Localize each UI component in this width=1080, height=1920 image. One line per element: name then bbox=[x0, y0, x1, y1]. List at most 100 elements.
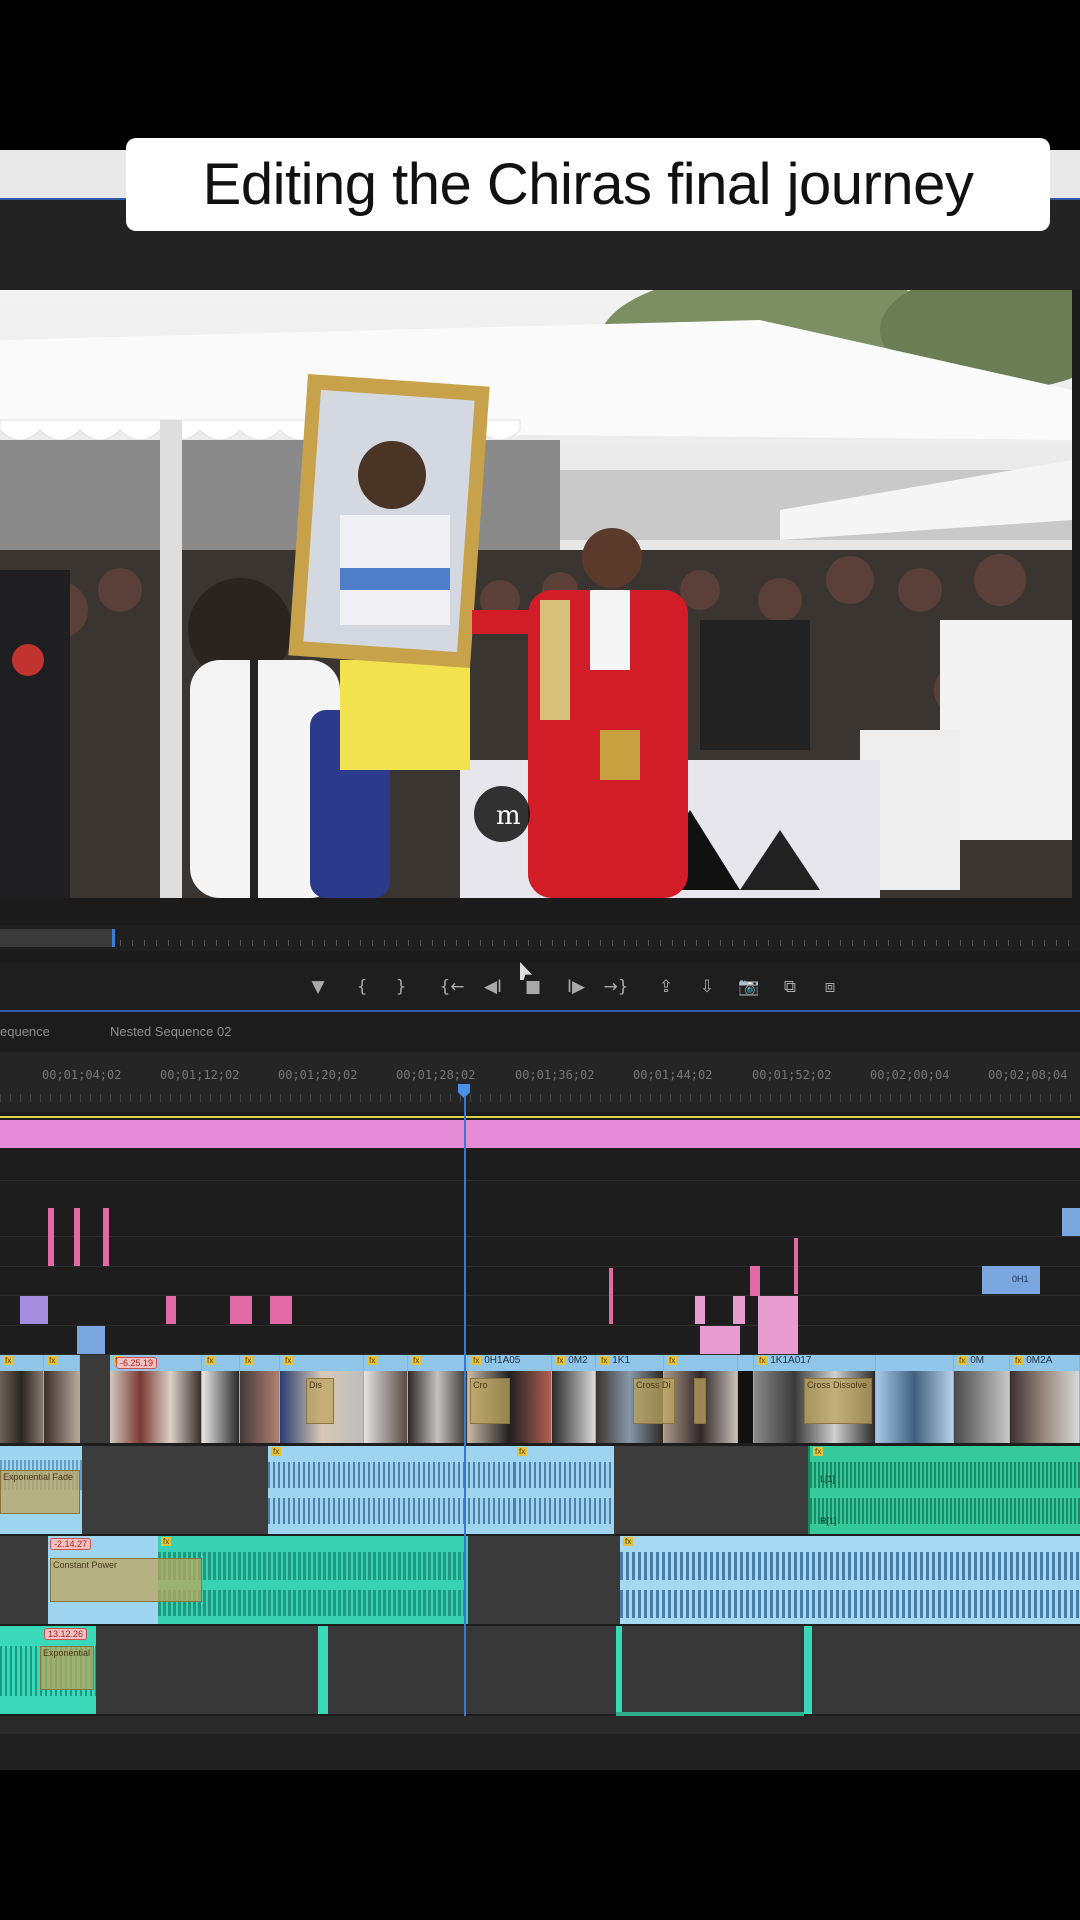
timecode-label: 00;01;44;02 bbox=[633, 1068, 713, 1082]
timeline-scrollbar[interactable] bbox=[0, 1716, 1080, 1734]
transition-effect[interactable] bbox=[694, 1378, 706, 1424]
speed-tag: -6.25.19 bbox=[116, 1357, 158, 1369]
button-editor-button[interactable]: ⧈ bbox=[815, 972, 845, 1002]
timeline-clip[interactable] bbox=[20, 1296, 48, 1324]
timeline-clip[interactable] bbox=[166, 1296, 176, 1324]
track-divider bbox=[0, 1236, 1080, 1237]
go-to-out-button[interactable]: →} bbox=[601, 972, 631, 1002]
track-divider bbox=[0, 1180, 1080, 1181]
transition-effect[interactable]: Constant Power bbox=[50, 1558, 202, 1602]
timeline-clip[interactable] bbox=[750, 1266, 760, 1296]
comparison-view-button[interactable]: ⧉ bbox=[775, 972, 805, 1002]
transition-effect[interactable]: Dis bbox=[306, 1378, 334, 1424]
audio-clip[interactable] bbox=[616, 1626, 622, 1714]
lift-button[interactable]: ⇪ bbox=[651, 972, 681, 1002]
clip-name: 0M2 bbox=[568, 1355, 588, 1366]
transition-effect[interactable]: Exponential bbox=[40, 1646, 94, 1690]
mark-in-button[interactable]: { bbox=[347, 972, 377, 1002]
timeline-clip[interactable] bbox=[103, 1208, 109, 1266]
timecode-label: 00;02;08;04 bbox=[988, 1068, 1068, 1082]
audio-clip[interactable]: fx bbox=[620, 1536, 1080, 1624]
work-area-bar[interactable] bbox=[0, 1116, 1080, 1118]
timecode-label: 00;01;36;02 bbox=[515, 1068, 595, 1082]
go-to-in-button[interactable]: {← bbox=[437, 972, 467, 1002]
speed-tag: -2.14.27 bbox=[50, 1538, 92, 1550]
transition-effect[interactable]: Cro bbox=[470, 1378, 510, 1424]
program-monitor[interactable]: m bbox=[0, 290, 1072, 898]
video-clip[interactable] bbox=[738, 1355, 754, 1443]
scrubber-ticks bbox=[120, 940, 1080, 946]
channel-label: L[1] bbox=[820, 1474, 836, 1484]
video-frame: m bbox=[0, 290, 1072, 898]
playhead-line[interactable] bbox=[464, 1096, 466, 1734]
scrubber-zoom-handle[interactable] bbox=[0, 929, 115, 947]
timeline-clip[interactable] bbox=[48, 1208, 54, 1266]
channel-label: R[1] bbox=[820, 1516, 837, 1526]
timeline-footer bbox=[0, 1734, 1080, 1770]
timeline-clip[interactable] bbox=[1062, 1208, 1080, 1236]
video-clip[interactable]: fx bbox=[0, 1355, 44, 1443]
video-clip[interactable]: fx bbox=[240, 1355, 280, 1443]
transition-effect[interactable]: Cross Dissolve bbox=[804, 1378, 872, 1424]
video-clip[interactable] bbox=[876, 1355, 954, 1443]
video-caption: Editing the Chiras final journey bbox=[126, 138, 1050, 231]
audio-clip[interactable]: fx L[1] R[1] bbox=[808, 1446, 1080, 1534]
step-back-button[interactable]: ◀I bbox=[478, 972, 508, 1002]
tab-nested-sequence-02[interactable]: Nested Sequence 02 bbox=[110, 1024, 231, 1039]
timecode-label: 00;01;28;02 bbox=[396, 1068, 476, 1082]
video-clip[interactable]: fx bbox=[202, 1355, 240, 1443]
timeline-clip[interactable] bbox=[74, 1208, 80, 1266]
video-clip[interactable]: fx bbox=[44, 1355, 80, 1443]
audio-clip[interactable]: fx bbox=[514, 1446, 614, 1534]
tab-sequence[interactable]: equence bbox=[0, 1024, 50, 1039]
video-clip[interactable]: fx bbox=[364, 1355, 408, 1443]
timeline-clip[interactable] bbox=[733, 1296, 745, 1324]
clip-name: 0H1A05 bbox=[484, 1355, 521, 1366]
audio-clip[interactable]: fx bbox=[268, 1446, 514, 1534]
step-forward-button[interactable]: I▶ bbox=[561, 972, 591, 1002]
transition-effect[interactable]: Exponential Fade bbox=[0, 1470, 80, 1514]
clip-name: 1K1A017 bbox=[770, 1355, 812, 1366]
timeline-clip[interactable] bbox=[758, 1296, 798, 1354]
speed-tag: 13.12.26 bbox=[44, 1628, 88, 1640]
timeline-ruler[interactable] bbox=[0, 1052, 1080, 1112]
video-clip[interactable]: fx 0M2 bbox=[552, 1355, 596, 1443]
timecode-label: 00;01;52;02 bbox=[752, 1068, 832, 1082]
timecode-label: 00;01;04;02 bbox=[42, 1068, 122, 1082]
track-divider bbox=[0, 1295, 1080, 1296]
track-divider bbox=[0, 1266, 1080, 1267]
timeline-clip[interactable] bbox=[77, 1326, 105, 1354]
export-frame-button[interactable]: 📷 bbox=[734, 972, 764, 1002]
ruler-ticks bbox=[0, 1094, 1080, 1102]
clip-name: 0M2A bbox=[1026, 1355, 1053, 1366]
video-clip[interactable]: fx bbox=[408, 1355, 468, 1443]
timeline-clip[interactable] bbox=[695, 1296, 705, 1324]
timecode-label: 00;01;20;02 bbox=[278, 1068, 358, 1082]
render-bar bbox=[0, 1120, 1080, 1148]
timeline-clip[interactable] bbox=[230, 1296, 252, 1324]
channel-watermark: m bbox=[496, 801, 521, 831]
marker-icon: ▼ bbox=[311, 977, 325, 997]
add-marker-button[interactable]: ▼ bbox=[303, 972, 333, 1002]
video-clip[interactable]: fx 0M2A bbox=[1010, 1355, 1080, 1443]
timeline-clip[interactable] bbox=[794, 1238, 798, 1294]
monitor-scrubber[interactable] bbox=[0, 925, 1080, 951]
timeline-gap bbox=[80, 1355, 110, 1443]
mark-out-button[interactable]: } bbox=[386, 972, 416, 1002]
clip-name: 1K1 bbox=[612, 1355, 631, 1366]
timeline-clip[interactable] bbox=[700, 1326, 740, 1354]
timeline-clip[interactable]: 0H1 bbox=[982, 1266, 1040, 1294]
extract-button[interactable]: ⇩ bbox=[692, 972, 722, 1002]
audio-clip[interactable] bbox=[804, 1626, 812, 1714]
clip-name: 0M bbox=[970, 1355, 985, 1366]
timecode-label: 00;01;12;02 bbox=[160, 1068, 240, 1082]
video-clip[interactable]: fx 0M bbox=[954, 1355, 1010, 1443]
track-divider bbox=[0, 1325, 1080, 1326]
timeline-clip[interactable] bbox=[609, 1268, 613, 1324]
timeline-clip[interactable] bbox=[270, 1296, 292, 1324]
audio-track-a3 bbox=[0, 1626, 1080, 1714]
transition-effect[interactable]: Cross Di bbox=[633, 1378, 675, 1424]
timecode-label: 00;02;00;04 bbox=[870, 1068, 950, 1082]
audio-clip[interactable]: fx bbox=[158, 1536, 468, 1624]
audio-clip[interactable] bbox=[318, 1626, 328, 1714]
